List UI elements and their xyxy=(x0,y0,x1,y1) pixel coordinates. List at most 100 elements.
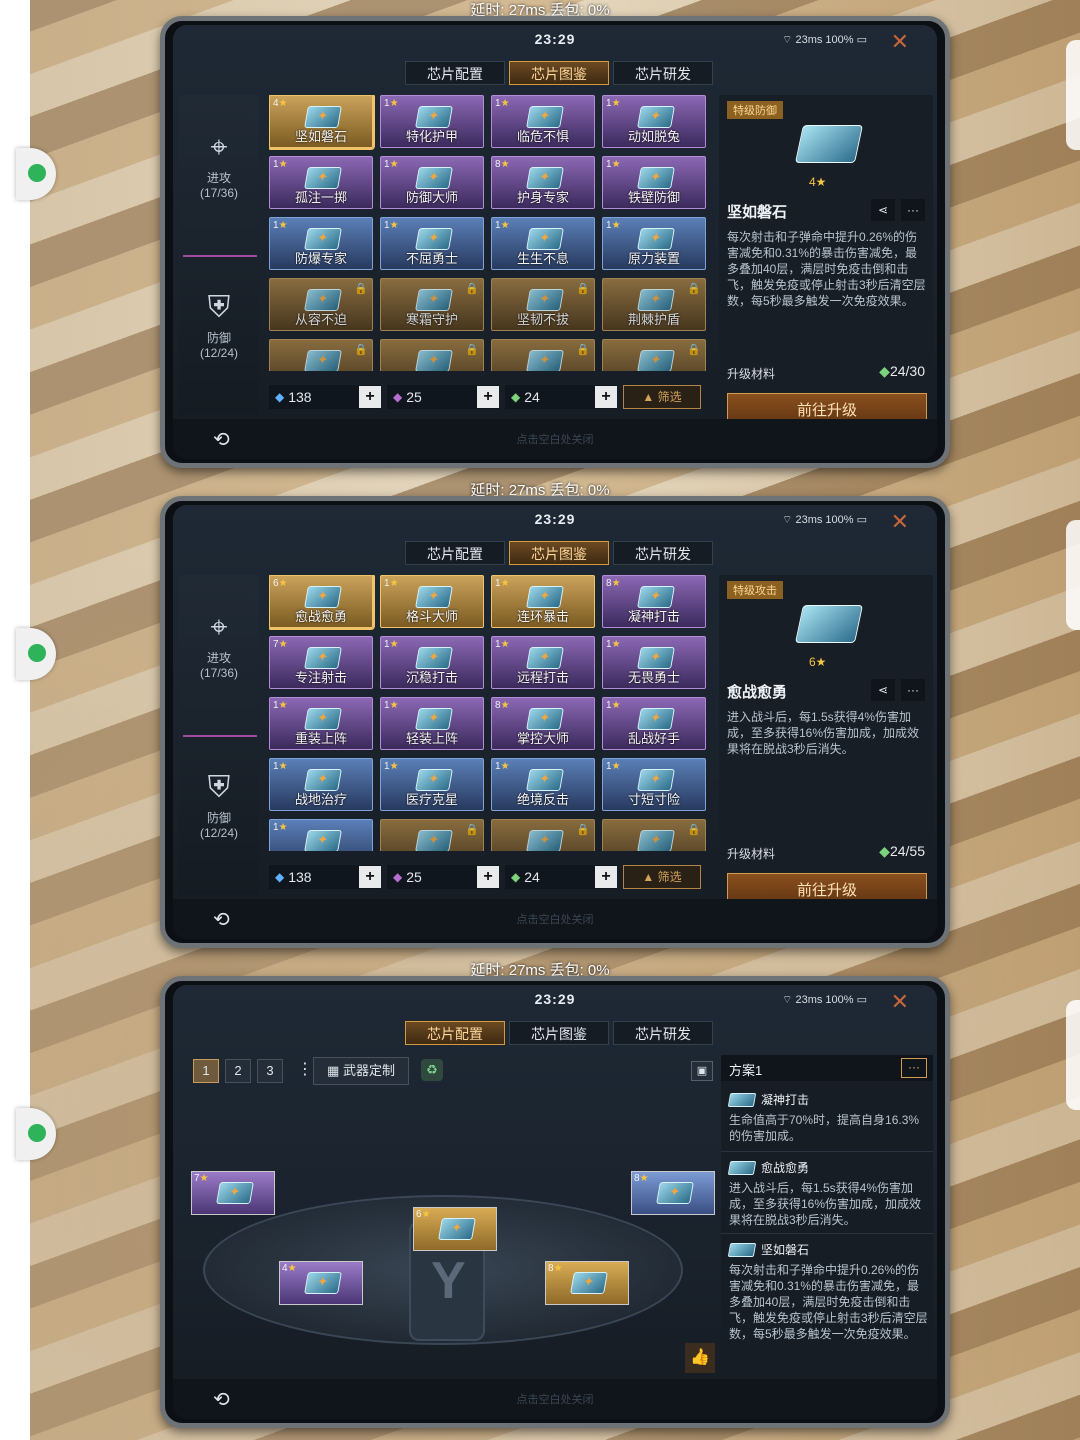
chip-card[interactable]: 🔒 xyxy=(491,339,595,371)
chip-card[interactable]: 1★ 重装上阵 xyxy=(269,697,373,750)
tab-chip-config[interactable]: 芯片配置 xyxy=(405,61,505,85)
chip-card[interactable]: 1★ 轻装上阵 xyxy=(380,697,484,750)
chip-icon xyxy=(526,167,564,189)
more-vertical-icon[interactable]: ⋮ xyxy=(297,1059,313,1079)
sidebar-item-defense[interactable]: ⛨ 防御 (12/24) xyxy=(179,771,259,840)
scheme-tab-2[interactable]: 2 xyxy=(225,1059,251,1083)
chip-card[interactable]: 1★ 临危不惧 xyxy=(491,95,595,148)
thumbs-up-icon[interactable]: 👍 xyxy=(685,1343,715,1373)
chip-level: 1★ xyxy=(384,761,399,772)
tab-chip-research[interactable]: 芯片研发 xyxy=(613,1021,713,1045)
chip-card[interactable]: 🔒 xyxy=(380,339,484,371)
chip-card[interactable]: 1★ xyxy=(269,819,373,851)
star-icon: ★ xyxy=(389,700,399,711)
chip-level: 1★ xyxy=(273,822,288,833)
chip-card[interactable]: 1★ 寸短寸险 xyxy=(602,758,706,811)
sidebar-item-defense[interactable]: ⛨ 防御 (12/24) xyxy=(179,291,259,360)
sidebar-item-attack[interactable]: ⌖ 进攻 (17/36) xyxy=(179,131,259,200)
chip-card[interactable]: 1★ 铁壁防御 xyxy=(602,156,706,209)
chip-icon xyxy=(637,289,675,311)
shield-icon: ⛨ xyxy=(207,771,231,804)
chip-card[interactable]: 1★ 医疗克星 xyxy=(380,758,484,811)
add-blue-button[interactable]: + xyxy=(359,386,381,408)
chip-card[interactable]: 1★ 远程打击 xyxy=(491,636,595,689)
add-gold-button[interactable]: + xyxy=(595,866,617,888)
chip-name: 坚韧不拔 xyxy=(516,312,569,327)
chip-card[interactable]: 1★ 防爆专家 xyxy=(269,217,373,270)
tab-chip-config[interactable]: 芯片配置 xyxy=(405,1021,505,1045)
chip-card[interactable]: 1★ 孤注一掷 xyxy=(269,156,373,209)
chip-level: 1★ xyxy=(606,639,621,650)
chip-card[interactable]: 🔒 xyxy=(380,819,484,851)
chip-card[interactable]: 🔒 荆棘护盾 xyxy=(602,278,706,331)
scheme-more-button[interactable]: ··· xyxy=(901,1058,927,1078)
close-icon[interactable]: ✕ xyxy=(891,509,909,535)
chip-card[interactable]: 1★ 沉稳打击 xyxy=(380,636,484,689)
chip-card[interactable]: 4★ 坚如磐石 xyxy=(269,95,375,150)
gold-crystal-value: 24 xyxy=(524,389,540,405)
chip-slot-5[interactable]: 8★ xyxy=(545,1261,629,1305)
close-icon[interactable]: ✕ xyxy=(891,989,909,1015)
chip-card[interactable]: 1★ 特化护甲 xyxy=(380,95,484,148)
chip-slot-2[interactable]: 8★ xyxy=(631,1171,715,1215)
chip-card[interactable]: 1★ 格斗大师 xyxy=(380,575,484,628)
chip-card[interactable]: 🔒 xyxy=(602,819,706,851)
close-icon[interactable]: ✕ xyxy=(891,29,909,55)
chip-card[interactable]: 6★ 愈战愈勇 xyxy=(269,575,375,630)
chip-card[interactable]: 1★ 生生不息 xyxy=(491,217,595,270)
chip-card[interactable]: 1★ 连环暴击 xyxy=(491,575,595,628)
filter-button[interactable]: ▲ 筛选 xyxy=(623,865,701,889)
tab-chip-catalog[interactable]: 芯片图鉴 xyxy=(509,1021,609,1045)
scheme-tab-3[interactable]: 3 xyxy=(257,1059,283,1083)
tab-chip-research[interactable]: 芯片研发 xyxy=(613,541,713,565)
chip-card[interactable]: 8★ 护身专家 xyxy=(491,156,595,209)
chip-level: 1★ xyxy=(495,761,510,772)
tab-chip-research[interactable]: 芯片研发 xyxy=(613,61,713,85)
chip-card[interactable]: 🔒 xyxy=(491,819,595,851)
chip-icon xyxy=(526,647,564,669)
add-purple-button[interactable]: + xyxy=(477,386,499,408)
chip-card[interactable]: 1★ 不屈勇士 xyxy=(380,217,484,270)
material-count: 24/30 xyxy=(889,363,925,379)
chip-card[interactable]: 8★ 掌控大师 xyxy=(491,697,595,750)
chip-icon xyxy=(526,289,564,311)
chip-card[interactable]: 1★ 无畏勇士 xyxy=(602,636,706,689)
chip-slot-1[interactable]: 7★ xyxy=(191,1171,275,1215)
more-icon[interactable]: ··· xyxy=(901,679,925,701)
chip-card[interactable]: 🔒 从容不迫 xyxy=(269,278,373,331)
more-icon[interactable]: ··· xyxy=(901,199,925,221)
add-purple-button[interactable]: + xyxy=(477,866,499,888)
chip-card[interactable]: 1★ 防御大师 xyxy=(380,156,484,209)
chip-card[interactable]: 🔒 坚韧不拔 xyxy=(491,278,595,331)
preview-icon[interactable]: ▣ xyxy=(691,1061,713,1081)
chip-card[interactable]: 1★ 动如脱兔 xyxy=(602,95,706,148)
add-gold-button[interactable]: + xyxy=(595,386,617,408)
chip-icon xyxy=(526,769,564,791)
chip-card[interactable]: 8★ 凝神打击 xyxy=(602,575,706,628)
chip-card[interactable]: 1★ 战地治疗 xyxy=(269,758,373,811)
sidebar-item-attack[interactable]: ⌖ 进攻 (17/36) xyxy=(179,611,259,680)
scheme-header: 方案1 ··· xyxy=(721,1055,933,1081)
chip-card[interactable]: 7★ 专注射击 xyxy=(269,636,373,689)
chip-card[interactable]: 1★ 乱战好手 xyxy=(602,697,706,750)
chip-slot-3[interactable]: 6★ xyxy=(413,1207,497,1251)
filter-label: 筛选 xyxy=(657,390,682,404)
recycle-icon[interactable]: ♻ xyxy=(421,1059,443,1081)
tab-chip-catalog[interactable]: 芯片图鉴 xyxy=(509,541,609,565)
share-icon[interactable]: ⋖ xyxy=(871,679,895,701)
filter-button[interactable]: ▲ 筛选 xyxy=(623,385,701,409)
chip-card[interactable]: 🔒 xyxy=(602,339,706,371)
chip-card[interactable]: 1★ 绝境反击 xyxy=(491,758,595,811)
chip-card[interactable]: 🔒 寒霜守护 xyxy=(380,278,484,331)
chip-icon xyxy=(415,350,453,371)
tab-chip-config[interactable]: 芯片配置 xyxy=(405,541,505,565)
chip-card[interactable]: 1★ 原力装置 xyxy=(602,217,706,270)
chip-card[interactable]: 🔒 xyxy=(269,339,373,371)
scheme-tab-1[interactable]: 1 xyxy=(193,1059,219,1083)
share-icon[interactable]: ⋖ xyxy=(871,199,895,221)
weapon-custom-button[interactable]: ▦ 武器定制 xyxy=(313,1057,409,1085)
tab-chip-catalog[interactable]: 芯片图鉴 xyxy=(509,61,609,85)
chip-icon xyxy=(415,769,453,791)
add-blue-button[interactable]: + xyxy=(359,866,381,888)
chip-slot-4[interactable]: 4★ xyxy=(279,1261,363,1305)
